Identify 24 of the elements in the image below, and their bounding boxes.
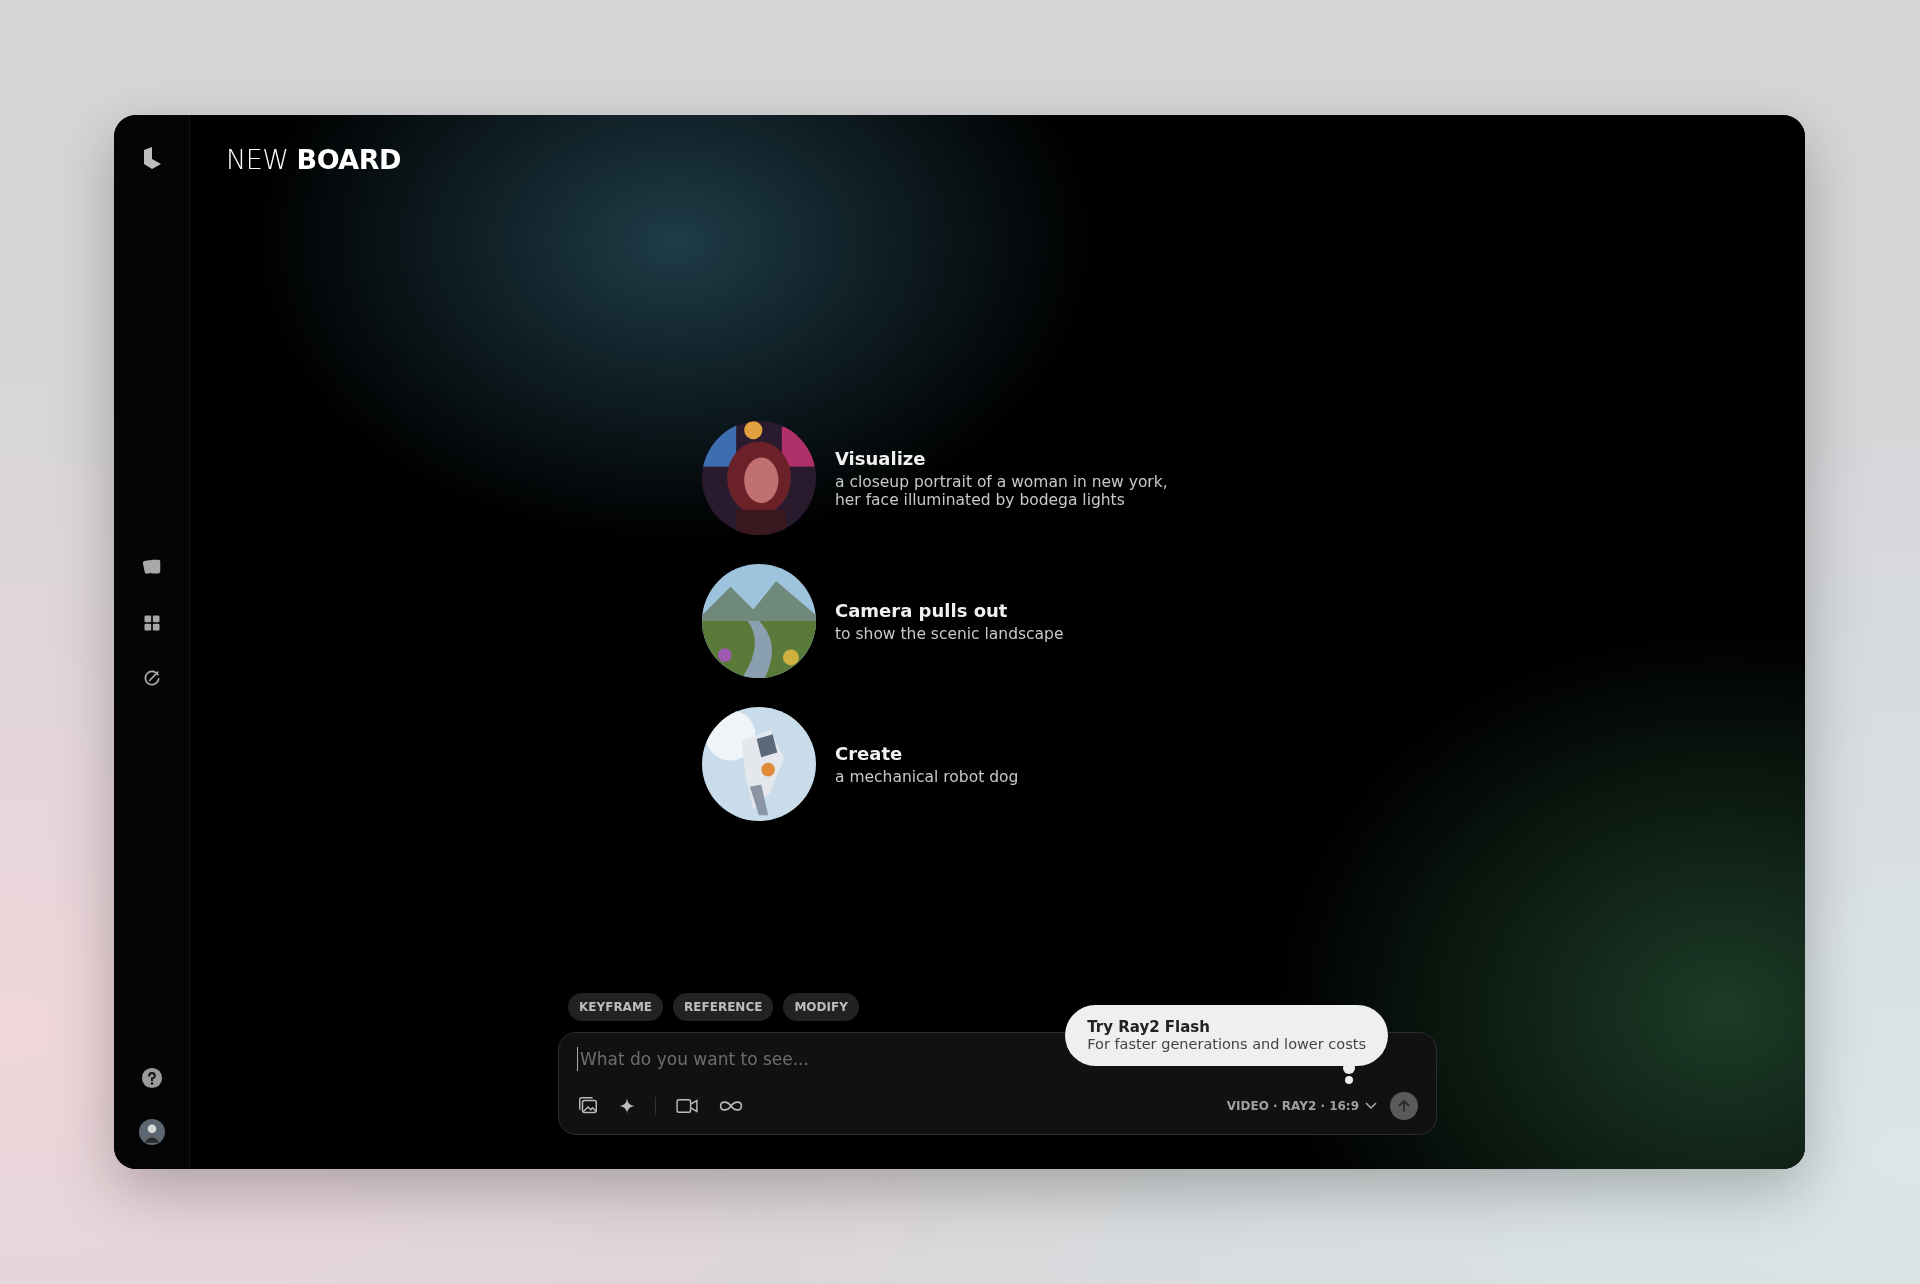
prompt-field[interactable]: What do you want to see... xyxy=(577,1047,1040,1071)
suggestion-title: Camera pulls out xyxy=(835,599,1009,621)
mode-chip[interactable]: KEYFRAME xyxy=(568,993,664,1021)
suggestion-item[interactable]: Visualize a closeup portrait of a woman in new york, her face illuminated by bodega lights xyxy=(702,421,1805,535)
mode-chip[interactable]: REFERENCE xyxy=(673,993,774,1021)
tooltip-title: Try Ray2 Flash xyxy=(1087,1018,1211,1036)
send-button[interactable] xyxy=(1390,1092,1418,1120)
suggestion-title: Create xyxy=(835,742,904,764)
suggestion-description: a closeup portrait of a woman in new york, her face illuminated by bodega lights xyxy=(835,472,1169,509)
help-icon[interactable] xyxy=(140,1067,163,1089)
tooltip-text: For faster generations and lower costs xyxy=(1087,1036,1366,1052)
infinity-icon[interactable] xyxy=(718,1099,744,1113)
suggestion-title: Visualize xyxy=(835,447,927,469)
arrow-up-icon xyxy=(1396,1098,1412,1114)
chevron-down-icon xyxy=(1365,1102,1377,1110)
video-camera-icon[interactable] xyxy=(675,1097,699,1115)
model-selector[interactable]: VIDEO · RAY2 · 16:9 xyxy=(1226,1099,1377,1113)
mode-chip[interactable]: MODIFY xyxy=(783,993,859,1021)
suggestion-item[interactable]: Camera pulls out to show the scenic landscape xyxy=(702,564,1805,678)
board-title: NEW BOARD xyxy=(226,144,402,175)
suggestion-description: a mechanical robot dog xyxy=(835,767,1020,786)
avatar-icon[interactable] xyxy=(138,1119,165,1145)
suggestion-item[interactable]: Create a mechanical robot dog xyxy=(702,707,1805,821)
suggestion-description: to show the scenic landscape xyxy=(835,624,1065,643)
